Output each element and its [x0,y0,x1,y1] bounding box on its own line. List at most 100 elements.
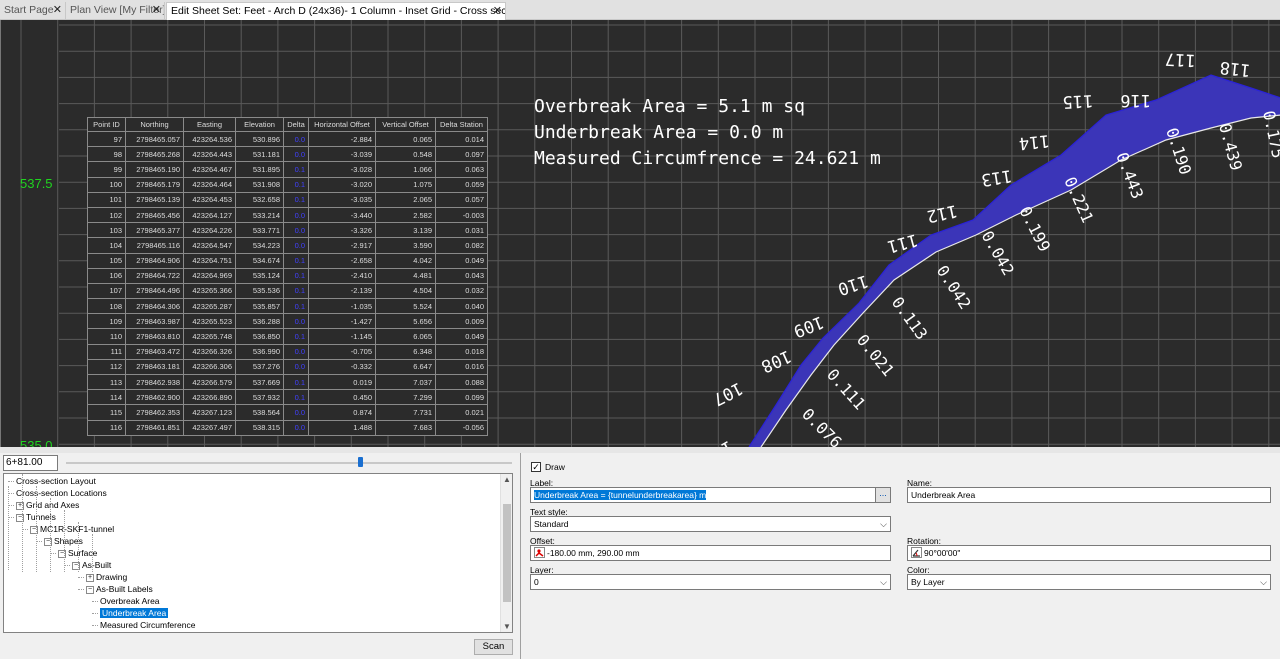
tree-item[interactable]: + Drawing [86,571,127,583]
table-cell: -3.039 [308,146,376,163]
chevron-down-icon: ⌵ [1260,577,1267,587]
table-cell: 105 [87,252,126,269]
table-row[interactable]: 102 2798465.456 423264.127 533.214 0.0 -3.440… [87,206,488,224]
table-cell: 0.009 [435,313,488,330]
label-input[interactable]: Underbreak Area = {tunnelunderbreakarea}… [530,487,891,503]
table-row[interactable]: 116 2798461.851 423267.497 538.315 0.0 1.488 7… [87,419,488,436]
cross-section-canvas[interactable]: 1061071081091101111121131141151161171180… [0,20,1280,447]
point-table[interactable]: Point ID Northing Easting Elevation Delta Hor… [87,117,488,436]
tree-item[interactable]: Measured Circumference [100,619,195,631]
table-row[interactable]: 106 2798464.722 423264.969 535.124 0.1 -2.410… [87,267,488,284]
table-cell: 101 [87,191,126,208]
table-row[interactable]: 99 2798465.190 423264.467 531.895 0.1 -3.028 1… [87,161,488,178]
tree-item-label: Cross-section Locations [16,488,107,498]
point-number-label: 114 [1018,130,1051,153]
table-column-header: Horizontal Offset [308,117,376,132]
tree-connector [8,481,14,482]
point-number-label: 112 [925,200,959,226]
table-cell: 0.063 [435,161,488,178]
label-properties-panel: ✓ Draw Label: Underbreak Area = {tunnelu… [520,453,1280,659]
layer-select[interactable]: 0 ⌵ [530,574,891,590]
table-row[interactable]: 109 2798463.987 423265.523 536.288 0.0 -1.427… [87,313,488,330]
point-table-header: Point ID Northing Easting Elevation Delta Hor… [87,117,488,132]
color-select[interactable]: By Layer ⌵ [907,574,1271,590]
measured-circumference-label[interactable]: Measured Circumfrence = 24.621 m [534,146,881,172]
close-icon[interactable]: ✕ [152,2,161,19]
draw-checkbox[interactable]: ✓ [531,462,541,472]
document-tab-bar: Start Page ✕ Plan View [My Filter] ✕ Edi… [0,0,1280,20]
table-cell: 423265.366 [183,282,236,300]
table-row[interactable]: 98 2798465.268 423264.443 531.181 0.0 -3.039 0… [87,146,488,163]
table-row[interactable]: 101 2798465.139 423264.453 532.658 0.1 -3.035… [87,191,488,208]
table-row[interactable]: 97 2798465.057 423264.536 530.896 0.0 -2.884 0… [87,130,488,148]
scroll-down-icon[interactable]: ▼ [503,622,511,631]
offset-input[interactable]: -180.00 mm, 290.00 mm [530,545,891,561]
tree-scrollbar[interactable]: ▲ ▼ [500,474,512,632]
table-cell: 423265.748 [183,328,236,345]
table-row[interactable]: 112 2798463.181 423266.306 537.276 0.0 -0.332… [87,358,488,376]
tree-connector [50,498,51,572]
tab-plan-view[interactable]: Plan View [My Filter] ✕ [66,2,165,20]
scroll-up-icon[interactable]: ▲ [503,475,511,484]
tab-start-page[interactable]: Start Page ✕ [0,2,66,20]
pick-angle-icon[interactable] [911,547,922,558]
label-text: Underbreak Area = {tunnelunderbreakarea}… [534,490,707,500]
label-browse-button[interactable]: ... [875,488,890,502]
table-row[interactable]: 108 2798464.306 423265.287 535.857 0.1 -1.035… [87,298,488,315]
station-slider-thumb[interactable] [358,457,364,467]
scrollbar-thumb[interactable] [503,504,511,602]
rotation-input[interactable]: 90°00'00" [907,545,1271,561]
table-cell: 2798464.722 [125,267,184,284]
collapse-icon[interactable]: − [86,586,94,594]
tree-item[interactable]: − As-Built Labels [86,583,153,595]
tree-item-label: Drawing [96,572,128,582]
expand-icon[interactable]: + [86,574,94,582]
table-row[interactable]: 114 2798462.900 423266.890 537.932 0.1 0.450 7… [87,389,488,406]
tree-connector [78,522,79,572]
table-row[interactable]: 113 2798462.938 423266.579 537.669 0.1 0.019 7… [87,373,488,391]
table-row[interactable]: 115 2798462.353 423267.123 538.564 0.0 0.874 7… [87,404,488,421]
tree-item[interactable]: Cross-section Layout [16,475,96,487]
table-cell: 534.223 [235,237,284,254]
underbreak-area-label[interactable]: Underbreak Area = 0.0 m [534,120,783,146]
tree-item-label: Grid and Axes [26,500,80,510]
text-style-value: Standard [534,519,569,529]
tree-item-label: Underbreak Area [100,608,169,618]
pick-point-icon[interactable] [534,547,545,558]
settings-tree[interactable]: Cross-section Layout Cross-section Locati… [3,473,513,633]
table-row[interactable]: 111 2798463.472 423266.326 536.990 0.0 -0.705… [87,343,488,360]
table-cell: 423267.497 [183,419,236,436]
table-cell: 0.1 [283,389,309,406]
table-row[interactable]: 103 2798465.377 423264.226 533.771 0.0 -3.326… [87,222,488,239]
tree-item[interactable]: Overbreak Area [100,595,160,607]
overbreak-value-label: 0.042 [978,228,1019,279]
table-cell: 0.1 [283,298,309,315]
tab-edit-sheet-set[interactable]: Edit Sheet Set: Feet - Arch D (24x36)- 1… [166,2,506,20]
station-slider[interactable] [66,462,512,464]
table-cell: 532.658 [235,191,284,208]
tree-item[interactable]: − MC1R-SKF1-tunnel [30,523,114,535]
table-row[interactable]: 100 2798465.179 423264.464 531.908 0.1 -3.020… [87,176,488,193]
station-input[interactable]: 6+81.00 [3,455,58,471]
tree-item[interactable]: Point Table [86,631,128,632]
tree-item[interactable]: + Grid and Axes [16,499,79,511]
table-row[interactable]: 105 2798464.906 423264.751 534.674 0.1 -2.658… [87,252,488,269]
tree-item[interactable]: Underbreak Area [100,607,169,619]
close-icon[interactable]: ✕ [53,2,62,19]
table-cell: 7.731 [375,404,436,421]
tree-item[interactable]: Cross-section Locations [16,487,107,499]
scan-button[interactable]: Scan [474,639,513,655]
table-row[interactable]: 104 2798465.116 423264.547 534.223 0.0 -2.917… [87,237,488,254]
text-style-select[interactable]: Standard ⌵ [530,516,891,532]
table-cell: 0.1 [283,267,309,284]
overbreak-area-label[interactable]: Overbreak Area = 5.1 m sq [534,94,805,120]
table-row[interactable]: 107 2798464.496 423265.366 535.536 0.1 -2.139… [87,282,488,300]
table-cell: 2798464.306 [125,298,184,315]
elevation-label: 535.0 [20,438,53,447]
table-cell: 2798465.377 [125,222,184,239]
table-row[interactable]: 110 2798463.810 423265.748 536.850 0.1 -1.145… [87,328,488,345]
name-input[interactable]: Underbreak Area [907,487,1271,503]
close-icon[interactable]: ✕ [493,3,502,20]
table-cell: 2798465.456 [125,206,184,224]
table-cell: 538.315 [235,419,284,436]
